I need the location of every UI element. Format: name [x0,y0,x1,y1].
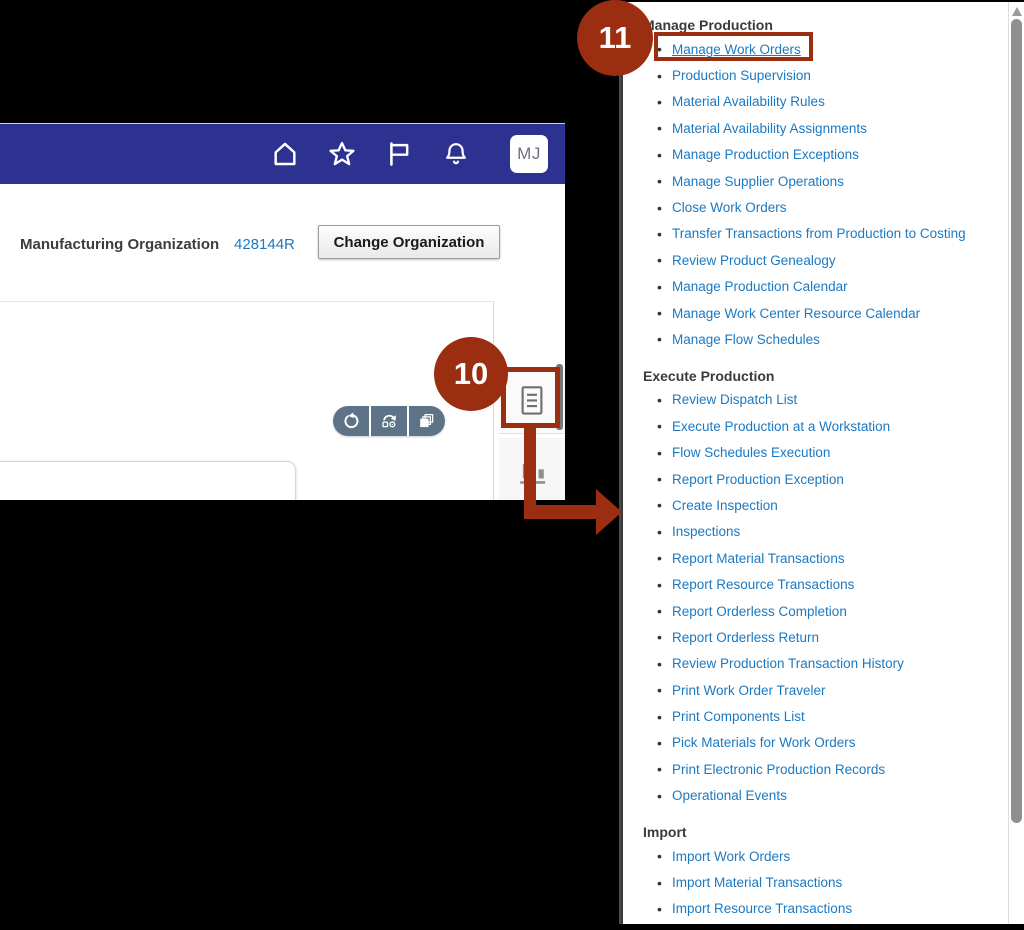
callout-10-arrowhead [596,489,622,535]
task-list-item: Report Orderless Return [623,624,1008,650]
task-link[interactable]: Print Electronic Production Records [672,762,885,777]
panel-scrollbar-thumb[interactable] [1011,19,1022,823]
layers-icon[interactable] [409,406,445,436]
task-list-item: Print Components List [623,703,1008,729]
task-link[interactable]: Report Production Exception [672,472,844,487]
task-list-item: Import Operation Transactions [623,922,1008,924]
task-link[interactable]: Material Availability Assignments [672,121,867,136]
auto-refresh-icon[interactable] [371,406,407,436]
task-list-item: Manage Supplier Operations [623,168,1008,194]
organization-label: Manufacturing Organization [20,236,220,253]
task-list-item: Print Work Order Traveler [623,677,1008,703]
notifications-bell-icon[interactable] [442,140,470,168]
task-link[interactable]: Manage Flow Schedules [672,332,820,347]
task-link[interactable]: Manage Supplier Operations [672,174,844,189]
task-link[interactable]: Operational Events [672,788,787,803]
task-list-item: Close Work Orders [623,194,1008,220]
task-link[interactable]: Manage Production Calendar [672,279,848,294]
task-link[interactable]: Close Work Orders [672,200,787,215]
callout-11-badge: 11 [577,0,653,76]
task-link[interactable]: Material Availability Rules [672,94,825,109]
task-list-item: Review Dispatch List [623,387,1008,413]
task-list-item: Manage Flow Schedules [623,326,1008,352]
task-list-item: Material Availability Assignments [623,115,1008,141]
change-organization-button[interactable]: Change Organization [318,225,500,259]
task-section-title: Execute Production [643,367,775,384]
task-list-item: Pick Materials for Work Orders [623,730,1008,756]
task-link[interactable]: Report Orderless Return [672,630,819,645]
task-link[interactable]: Pick Materials for Work Orders [672,735,856,750]
task-list-item: Flow Schedules Execution [623,439,1008,465]
task-link[interactable]: Review Dispatch List [672,392,797,407]
task-list-item: Report Orderless Completion [623,598,1008,624]
task-link[interactable]: Flow Schedules Execution [672,445,830,460]
task-list-item: Operational Events [623,783,1008,809]
task-link[interactable]: Manage Work Center Resource Calendar [672,306,920,321]
task-link[interactable]: Transfer Transactions from Production to… [672,226,966,241]
task-link[interactable]: Execute Production at a Workstation [672,419,890,434]
task-link[interactable]: Print Work Order Traveler [672,683,826,698]
task-list-item: Report Production Exception [623,466,1008,492]
app-window: MJ Manufacturing Organization 428144R Ch… [0,123,565,500]
global-header: MJ [0,124,565,184]
task-list-item: Create Inspection [623,492,1008,518]
task-link[interactable]: Report Material Transactions [672,551,845,566]
task-link[interactable]: Report Orderless Completion [672,604,847,619]
user-avatar[interactable]: MJ [510,135,548,173]
task-link[interactable]: Inspections [672,524,740,539]
task-list-item: Material Availability Rules [623,89,1008,115]
task-link[interactable]: Import Material Transactions [672,875,842,890]
task-list-item: Review Product Genealogy [623,247,1008,273]
task-link[interactable]: Print Components List [672,709,805,724]
task-list-item: Report Material Transactions [623,545,1008,571]
task-link[interactable]: Import Resource Transactions [672,901,852,916]
task-section-title: Import [643,823,687,840]
callout-11-highlight-box [654,32,813,61]
favorites-star-icon[interactable] [328,140,356,168]
task-link[interactable]: Create Inspection [672,498,778,513]
task-link[interactable]: Manage Production Exceptions [672,147,859,162]
task-list: Review Dispatch List Execute Production a… [623,387,1008,809]
task-list-item: Import Resource Transactions [623,896,1008,922]
callout-10-badge: 10 [434,337,508,411]
callout-10-arrow-horizontal [524,505,598,519]
home-icon[interactable] [271,140,299,168]
task-list-item: Review Production Transaction History [623,651,1008,677]
task-list-item: Manage Production Exceptions [623,142,1008,168]
floating-toolbar [333,406,445,436]
task-panel-content: Manage ProductionManage Work OrdersProdu… [623,2,1008,924]
task-list-item: Import Material Transactions [623,869,1008,895]
task-list-item: Execute Production at a Workstation [623,413,1008,439]
task-list-item: Manage Work Center Resource Calendar [623,300,1008,326]
task-list-item: Transfer Transactions from Production to… [623,221,1008,247]
panel-scrollbar[interactable] [1008,2,1024,924]
task-link[interactable]: Import Work Orders [672,849,790,864]
task-link[interactable]: Review Product Genealogy [672,253,836,268]
task-list: Manage Work OrdersProduction Supervision… [623,36,1008,353]
task-link[interactable]: Production Supervision [672,68,811,83]
content-divider [0,301,494,302]
task-list: Import Work Orders Import Material Transa… [623,843,1008,924]
flag-icon[interactable] [385,140,413,168]
tasks-side-panel: Manage ProductionManage Work OrdersProdu… [621,2,1024,924]
screenshot-stage: MJ Manufacturing Organization 428144R Ch… [0,0,1024,930]
callout-10-highlight-box [501,367,560,428]
task-list-item: Print Electronic Production Records [623,756,1008,782]
task-list-item: Manage Production Calendar [623,274,1008,300]
task-list-item: Inspections [623,519,1008,545]
scrollbar-up-arrow-icon[interactable] [1012,7,1022,16]
refresh-icon[interactable] [333,406,369,436]
task-link[interactable]: Review Production Transaction History [672,656,904,671]
task-list-item: Import Work Orders [623,843,1008,869]
organization-bar: Manufacturing Organization 428144R Chang… [0,184,565,301]
organization-value-link[interactable]: 428144R [234,236,295,253]
task-list-item: Report Resource Transactions [623,571,1008,597]
task-list-item: Production Supervision [623,62,1008,88]
bottom-panel-card [0,461,296,500]
task-link[interactable]: Report Resource Transactions [672,577,854,592]
